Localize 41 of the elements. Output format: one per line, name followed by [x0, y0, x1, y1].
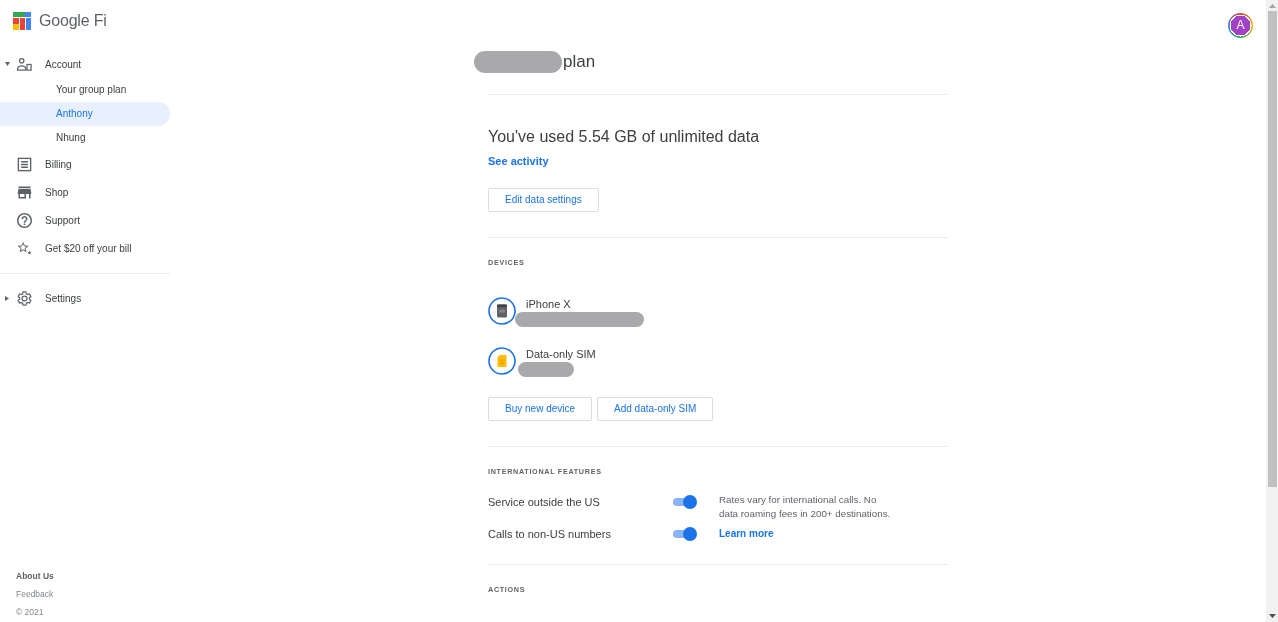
- sidebar-subitem[interactable]: Nhung: [0, 126, 170, 150]
- copyright-text: © 2021: [16, 606, 44, 619]
- device-action-button[interactable]: Add data-only SIM: [597, 397, 714, 421]
- sidebar-subitem[interactable]: Anthony: [0, 102, 170, 126]
- scrollbar-thumb[interactable]: [1267, 11, 1277, 487]
- sidebar-item[interactable]: Account: [12, 50, 170, 78]
- footer-link[interactable]: Feedback: [16, 585, 54, 603]
- scroll-down-arrow-icon[interactable]: [1268, 614, 1276, 618]
- learn-more-link[interactable]: Learn more: [719, 528, 774, 539]
- toggle-switch[interactable]: [672, 527, 697, 541]
- sidebar-subitem[interactable]: Your group plan: [0, 78, 170, 102]
- device-action-button[interactable]: Buy new device: [488, 397, 593, 421]
- person-card-icon: [17, 56, 32, 72]
- setting-label: Service outside the US: [488, 494, 601, 510]
- phone-icon: [488, 297, 516, 325]
- footer-link[interactable]: About Us: [16, 567, 54, 585]
- list-document-icon: [17, 156, 32, 172]
- help-icon: [17, 212, 32, 228]
- logo-icon: [13, 12, 31, 30]
- device-name: iPhone X: [526, 297, 571, 311]
- app-name: Google Fi: [39, 11, 107, 31]
- caret-down-icon[interactable]: [5, 62, 10, 66]
- device-name: Data-only SIM: [526, 347, 596, 361]
- usage-heading: You've used 5.54 GB of unlimited data: [488, 127, 761, 147]
- info-text: Rates vary for international calls. No data roaming fees in 200+ destinations.: [719, 493, 892, 520]
- sim-card-icon: [488, 347, 516, 375]
- setting-label: Calls to non-US numbers: [488, 526, 612, 542]
- see-activity-link[interactable]: See activity: [488, 155, 549, 167]
- sidebar-item[interactable]: Shop: [12, 178, 170, 206]
- sidebar-item[interactable]: Get $20 off your bill: [12, 234, 170, 262]
- toggle-switch[interactable]: [672, 495, 697, 509]
- sidebar-item[interactable]: Billing: [12, 150, 170, 178]
- storefront-icon: [17, 184, 32, 200]
- edit-data-settings-button[interactable]: Edit data settings: [488, 188, 599, 212]
- account-avatar[interactable]: A: [1228, 13, 1253, 38]
- caret-right-icon[interactable]: [5, 295, 9, 301]
- gear-icon: [17, 290, 32, 306]
- sidebar-item[interactable]: Support: [12, 206, 170, 234]
- stars-icon: [17, 240, 32, 256]
- plan-title: plan: [563, 51, 596, 73]
- sidebar-item[interactable]: Settings: [12, 284, 170, 312]
